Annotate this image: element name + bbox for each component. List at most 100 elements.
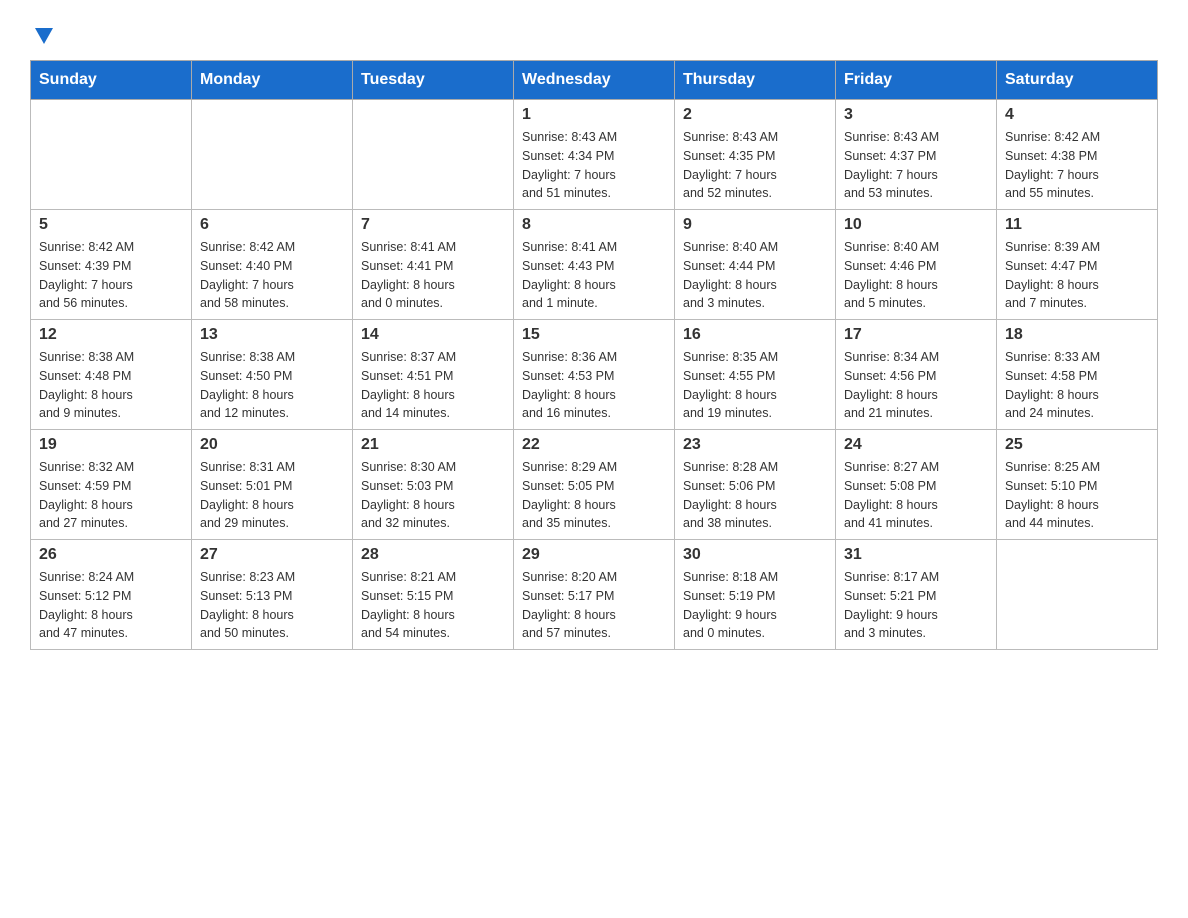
day-info: Sunrise: 8:25 AM Sunset: 5:10 PM Dayligh… xyxy=(1005,458,1149,533)
day-number: 11 xyxy=(1005,216,1149,234)
day-info: Sunrise: 8:17 AM Sunset: 5:21 PM Dayligh… xyxy=(844,568,988,643)
weekday-header-sunday: Sunday xyxy=(31,61,192,100)
day-cell-13: 13Sunrise: 8:38 AM Sunset: 4:50 PM Dayli… xyxy=(192,320,353,430)
day-info: Sunrise: 8:29 AM Sunset: 5:05 PM Dayligh… xyxy=(522,458,666,533)
day-cell-11: 11 Sunrise: 8:39 AM Sunset: 4:47 PM Dayli… xyxy=(997,210,1158,320)
empty-cell xyxy=(353,100,514,210)
day-cell-22: 22 Sunrise: 8:29 AM Sunset: 5:05 PM Dayli… xyxy=(514,430,675,540)
day-number: 12 xyxy=(39,326,183,344)
day-number: 19 xyxy=(39,436,183,454)
day-info: Sunrise: 8:31 AM Sunset: 5:01 PM Dayligh… xyxy=(200,458,344,533)
day-info: Sunrise: 8:24 AM Sunset: 5:12 PM Dayligh… xyxy=(39,568,183,643)
day-cell-7: 7 Sunrise: 8:41 AM Sunset: 4:41 PM Daylig… xyxy=(353,210,514,320)
day-info: Sunrise: 8:38 AM Sunset: 4:48 PM Dayligh… xyxy=(39,348,183,423)
day-info: Sunrise: 8:43 AM Sunset: 4:37 PM Dayligh… xyxy=(844,128,988,203)
day-cell-28: 28Sunrise: 8:21 AM Sunset: 5:15 PM Dayli… xyxy=(353,540,514,650)
empty-cell xyxy=(31,100,192,210)
day-cell-18: 18Sunrise: 8:33 AM Sunset: 4:58 PM Dayli… xyxy=(997,320,1158,430)
day-cell-20: 20 Sunrise: 8:31 AM Sunset: 5:01 PM Dayli… xyxy=(192,430,353,540)
day-cell-16: 16 Sunrise: 8:35 AM Sunset: 4:55 PM Dayli… xyxy=(675,320,836,430)
day-info: Sunrise: 8:40 AM Sunset: 4:44 PM Dayligh… xyxy=(683,238,827,313)
weekday-header-row: SundayMondayTuesdayWednesdayThursdayFrid… xyxy=(31,61,1158,100)
day-cell-26: 26 Sunrise: 8:24 AM Sunset: 5:12 PM Dayli… xyxy=(31,540,192,650)
day-info: Sunrise: 8:41 AM Sunset: 4:41 PM Dayligh… xyxy=(361,238,505,313)
week-row-3: 12 Sunrise: 8:38 AM Sunset: 4:48 PM Dayli… xyxy=(31,320,1158,430)
day-number: 23 xyxy=(683,436,827,454)
week-row-1: 1 Sunrise: 8:43 AM Sunset: 4:34 PM Daylig… xyxy=(31,100,1158,210)
day-number: 17 xyxy=(844,326,988,344)
day-info: Sunrise: 8:36 AM Sunset: 4:53 PM Dayligh… xyxy=(522,348,666,423)
day-number: 2 xyxy=(683,106,827,124)
day-info: Sunrise: 8:43 AM Sunset: 4:34 PM Dayligh… xyxy=(522,128,666,203)
day-number: 14 xyxy=(361,326,505,344)
logo xyxy=(30,20,55,40)
day-cell-12: 12 Sunrise: 8:38 AM Sunset: 4:48 PM Dayli… xyxy=(31,320,192,430)
day-cell-15: 15 Sunrise: 8:36 AM Sunset: 4:53 PM Dayli… xyxy=(514,320,675,430)
day-info: Sunrise: 8:42 AM Sunset: 4:38 PM Dayligh… xyxy=(1005,128,1149,203)
day-info: Sunrise: 8:42 AM Sunset: 4:39 PM Dayligh… xyxy=(39,238,183,313)
day-cell-6: 6 Sunrise: 8:42 AM Sunset: 4:40 PM Daylig… xyxy=(192,210,353,320)
day-number: 26 xyxy=(39,546,183,564)
day-number: 29 xyxy=(522,546,666,564)
day-info: Sunrise: 8:32 AM Sunset: 4:59 PM Dayligh… xyxy=(39,458,183,533)
weekday-header-tuesday: Tuesday xyxy=(353,61,514,100)
day-info: Sunrise: 8:43 AM Sunset: 4:35 PM Dayligh… xyxy=(683,128,827,203)
day-number: 5 xyxy=(39,216,183,234)
day-info: Sunrise: 8:42 AM Sunset: 4:40 PM Dayligh… xyxy=(200,238,344,313)
empty-cell xyxy=(192,100,353,210)
day-number: 10 xyxy=(844,216,988,234)
day-cell-10: 10 Sunrise: 8:40 AM Sunset: 4:46 PM Dayli… xyxy=(836,210,997,320)
logo-arrow-icon xyxy=(33,24,55,46)
week-row-2: 5 Sunrise: 8:42 AM Sunset: 4:39 PM Daylig… xyxy=(31,210,1158,320)
day-number: 9 xyxy=(683,216,827,234)
day-number: 20 xyxy=(200,436,344,454)
day-cell-2: 2 Sunrise: 8:43 AM Sunset: 4:35 PM Daylig… xyxy=(675,100,836,210)
day-cell-23: 23 Sunrise: 8:28 AM Sunset: 5:06 PM Dayli… xyxy=(675,430,836,540)
day-cell-19: 19 Sunrise: 8:32 AM Sunset: 4:59 PM Dayli… xyxy=(31,430,192,540)
day-number: 7 xyxy=(361,216,505,234)
day-cell-9: 9 Sunrise: 8:40 AM Sunset: 4:44 PM Daylig… xyxy=(675,210,836,320)
day-number: 30 xyxy=(683,546,827,564)
day-number: 24 xyxy=(844,436,988,454)
week-row-4: 19 Sunrise: 8:32 AM Sunset: 4:59 PM Dayli… xyxy=(31,430,1158,540)
day-cell-5: 5 Sunrise: 8:42 AM Sunset: 4:39 PM Daylig… xyxy=(31,210,192,320)
day-number: 4 xyxy=(1005,106,1149,124)
day-cell-31: 31 Sunrise: 8:17 AM Sunset: 5:21 PM Dayli… xyxy=(836,540,997,650)
day-cell-21: 21 Sunrise: 8:30 AM Sunset: 5:03 PM Dayli… xyxy=(353,430,514,540)
day-number: 3 xyxy=(844,106,988,124)
day-info: Sunrise: 8:34 AM Sunset: 4:56 PM Dayligh… xyxy=(844,348,988,423)
day-cell-14: 14 Sunrise: 8:37 AM Sunset: 4:51 PM Dayli… xyxy=(353,320,514,430)
day-number: 31 xyxy=(844,546,988,564)
day-number: 25 xyxy=(1005,436,1149,454)
day-info: Sunrise: 8:18 AM Sunset: 5:19 PM Dayligh… xyxy=(683,568,827,643)
day-info: Sunrise: 8:27 AM Sunset: 5:08 PM Dayligh… xyxy=(844,458,988,533)
day-info: Sunrise: 8:21 AM Sunset: 5:15 PM Dayligh… xyxy=(361,568,505,643)
weekday-header-wednesday: Wednesday xyxy=(514,61,675,100)
day-info: Sunrise: 8:41 AM Sunset: 4:43 PM Dayligh… xyxy=(522,238,666,313)
day-number: 6 xyxy=(200,216,344,234)
day-number: 15 xyxy=(522,326,666,344)
week-row-5: 26 Sunrise: 8:24 AM Sunset: 5:12 PM Dayli… xyxy=(31,540,1158,650)
day-number: 1 xyxy=(522,106,666,124)
day-number: 16 xyxy=(683,326,827,344)
day-number: 21 xyxy=(361,436,505,454)
day-number: 27 xyxy=(200,546,344,564)
empty-cell xyxy=(997,540,1158,650)
day-info: Sunrise: 8:40 AM Sunset: 4:46 PM Dayligh… xyxy=(844,238,988,313)
day-cell-25: 25 Sunrise: 8:25 AM Sunset: 5:10 PM Dayli… xyxy=(997,430,1158,540)
day-cell-30: 30 Sunrise: 8:18 AM Sunset: 5:19 PM Dayli… xyxy=(675,540,836,650)
day-cell-24: 24 Sunrise: 8:27 AM Sunset: 5:08 PM Dayli… xyxy=(836,430,997,540)
day-cell-27: 27Sunrise: 8:23 AM Sunset: 5:13 PM Dayli… xyxy=(192,540,353,650)
day-info: Sunrise: 8:39 AM Sunset: 4:47 PM Dayligh… xyxy=(1005,238,1149,313)
day-number: 22 xyxy=(522,436,666,454)
day-info: Sunrise: 8:37 AM Sunset: 4:51 PM Dayligh… xyxy=(361,348,505,423)
day-number: 13 xyxy=(200,326,344,344)
day-cell-3: 3 Sunrise: 8:43 AM Sunset: 4:37 PM Daylig… xyxy=(836,100,997,210)
weekday-header-saturday: Saturday xyxy=(997,61,1158,100)
day-info: Sunrise: 8:28 AM Sunset: 5:06 PM Dayligh… xyxy=(683,458,827,533)
day-info: Sunrise: 8:33 AM Sunset: 4:58 PM Dayligh… xyxy=(1005,348,1149,423)
day-info: Sunrise: 8:35 AM Sunset: 4:55 PM Dayligh… xyxy=(683,348,827,423)
weekday-header-friday: Friday xyxy=(836,61,997,100)
day-info: Sunrise: 8:30 AM Sunset: 5:03 PM Dayligh… xyxy=(361,458,505,533)
day-cell-8: 8Sunrise: 8:41 AM Sunset: 4:43 PM Daylig… xyxy=(514,210,675,320)
